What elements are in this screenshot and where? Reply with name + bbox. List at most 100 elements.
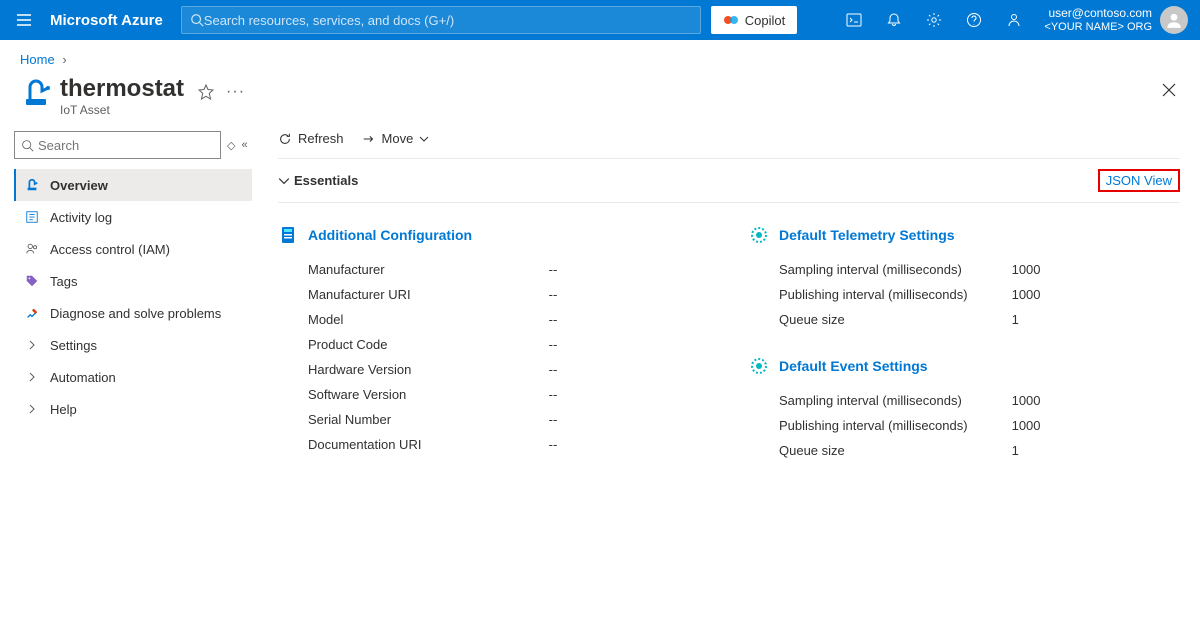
chevron-down-icon	[278, 175, 290, 187]
refresh-button[interactable]: Refresh	[278, 131, 344, 146]
sidebar-item-diagnose[interactable]: Diagnose and solve problems	[14, 297, 252, 329]
telemetry-icon	[749, 225, 769, 245]
feedback-icon[interactable]	[994, 0, 1034, 40]
breadcrumb-home[interactable]: Home	[20, 52, 55, 67]
prop-row: Model--	[278, 307, 709, 332]
prop-row: Sampling interval (milliseconds)1000	[749, 388, 1180, 413]
move-button[interactable]: Move	[362, 131, 430, 146]
right-column: Default Telemetry Settings Sampling inte…	[749, 225, 1180, 463]
prop-row: Software Version--	[278, 382, 709, 407]
event-icon	[749, 356, 769, 376]
prop-row: Manufacturer--	[278, 257, 709, 282]
expand-collapse-icon[interactable]: ◇	[227, 139, 235, 152]
telemetry-title[interactable]: Default Telemetry Settings	[779, 227, 955, 243]
details-grid: Additional Configuration Manufacturer-- …	[278, 203, 1180, 463]
sidebar-item-label: Settings	[50, 338, 97, 353]
page-title: thermostat	[60, 75, 184, 103]
activity-log-icon	[24, 209, 40, 225]
top-bar: Microsoft Azure Copilot user@contoso.com…	[0, 0, 1200, 40]
essentials-header: Essentials JSON View	[278, 159, 1180, 203]
sidebar-search-input[interactable]	[38, 138, 214, 153]
essentials-toggle[interactable]: Essentials	[278, 173, 358, 188]
copilot-icon	[723, 12, 739, 28]
json-view-highlight: JSON View	[1098, 169, 1180, 192]
essentials-label: Essentials	[294, 173, 358, 188]
sidebar-item-overview[interactable]: Overview	[14, 169, 252, 201]
user-account-button[interactable]: user@contoso.com <YOUR NAME> ORG	[1034, 6, 1192, 34]
additional-config-section: Additional Configuration Manufacturer-- …	[278, 225, 709, 463]
title-row: thermostat IoT Asset ···	[0, 71, 1200, 117]
prop-row: Documentation URI--	[278, 432, 709, 457]
sidebar-item-automation[interactable]: Automation	[14, 361, 252, 393]
copilot-button[interactable]: Copilot	[711, 6, 797, 34]
user-email: user@contoso.com	[1044, 6, 1152, 20]
sidebar-item-tags[interactable]: Tags	[14, 265, 252, 297]
tags-icon	[24, 273, 40, 289]
prop-row: Queue size1	[749, 307, 1180, 332]
sidebar-item-activity-log[interactable]: Activity log	[14, 201, 252, 233]
chevron-down-icon	[419, 134, 429, 144]
sidebar: ◇ « Overview Activity log Access control…	[0, 117, 254, 463]
brand-label[interactable]: Microsoft Azure	[40, 12, 181, 29]
sidebar-item-label: Tags	[50, 274, 77, 289]
sidebar-item-help[interactable]: Help	[14, 393, 252, 425]
copilot-label: Copilot	[745, 13, 785, 28]
sidebar-item-label: Access control (IAM)	[50, 242, 170, 257]
additional-config-title[interactable]: Additional Configuration	[308, 227, 472, 243]
close-blade-icon[interactable]	[1162, 83, 1176, 97]
chevron-right-icon: ›	[62, 52, 66, 67]
search-icon	[190, 13, 204, 27]
notifications-icon[interactable]	[874, 0, 914, 40]
sidebar-item-settings[interactable]: Settings	[14, 329, 252, 361]
access-control-icon	[24, 241, 40, 257]
collapse-sidebar-icon[interactable]: «	[241, 139, 247, 151]
sidebar-item-label: Activity log	[50, 210, 112, 225]
cloud-shell-icon[interactable]	[834, 0, 874, 40]
prop-row: Queue size1	[749, 438, 1180, 463]
user-text: user@contoso.com <YOUR NAME> ORG	[1044, 6, 1152, 34]
prop-row: Sampling interval (milliseconds)1000	[749, 257, 1180, 282]
sidebar-item-label: Diagnose and solve problems	[50, 306, 221, 321]
move-label: Move	[382, 131, 414, 146]
chevron-right-icon	[24, 337, 40, 353]
refresh-label: Refresh	[298, 131, 344, 146]
settings-gear-icon[interactable]	[914, 0, 954, 40]
sidebar-item-access-control[interactable]: Access control (IAM)	[14, 233, 252, 265]
user-org: <YOUR NAME> ORG	[1044, 21, 1152, 34]
help-icon[interactable]	[954, 0, 994, 40]
diagnose-icon	[24, 305, 40, 321]
prop-row: Hardware Version--	[278, 357, 709, 382]
global-search-input[interactable]	[204, 13, 692, 28]
page-subtitle: IoT Asset	[60, 103, 184, 117]
event-title[interactable]: Default Event Settings	[779, 358, 928, 374]
prop-row: Publishing interval (milliseconds)1000	[749, 413, 1180, 438]
json-view-link[interactable]: JSON View	[1106, 173, 1172, 188]
more-ellipsis-icon[interactable]: ···	[226, 83, 245, 101]
prop-row: Serial Number--	[278, 407, 709, 432]
refresh-icon	[278, 132, 292, 146]
top-icons: user@contoso.com <YOUR NAME> ORG	[834, 0, 1192, 40]
sidebar-item-label: Automation	[50, 370, 116, 385]
toolbar: Refresh Move	[278, 131, 1180, 159]
move-icon	[362, 132, 376, 146]
avatar	[1160, 6, 1188, 34]
main-content: Refresh Move Essentials JSON View	[254, 117, 1200, 463]
breadcrumb: Home ›	[0, 40, 1200, 71]
resource-type-icon	[20, 77, 52, 109]
sidebar-search[interactable]	[14, 131, 221, 159]
global-search[interactable]	[181, 6, 701, 34]
chevron-right-icon	[24, 401, 40, 417]
prop-row: Manufacturer URI--	[278, 282, 709, 307]
config-icon	[278, 225, 298, 245]
search-icon	[21, 139, 34, 152]
prop-row: Publishing interval (milliseconds)1000	[749, 282, 1180, 307]
telemetry-section: Default Telemetry Settings Sampling inte…	[749, 225, 1180, 332]
sidebar-item-label: Help	[50, 402, 77, 417]
event-section: Default Event Settings Sampling interval…	[749, 356, 1180, 463]
hamburger-menu-icon[interactable]	[8, 4, 40, 36]
overview-icon	[24, 177, 40, 193]
prop-row: Product Code--	[278, 332, 709, 357]
title-text: thermostat IoT Asset	[60, 75, 184, 117]
favorite-star-icon[interactable]	[198, 84, 214, 100]
sidebar-item-label: Overview	[50, 178, 108, 193]
